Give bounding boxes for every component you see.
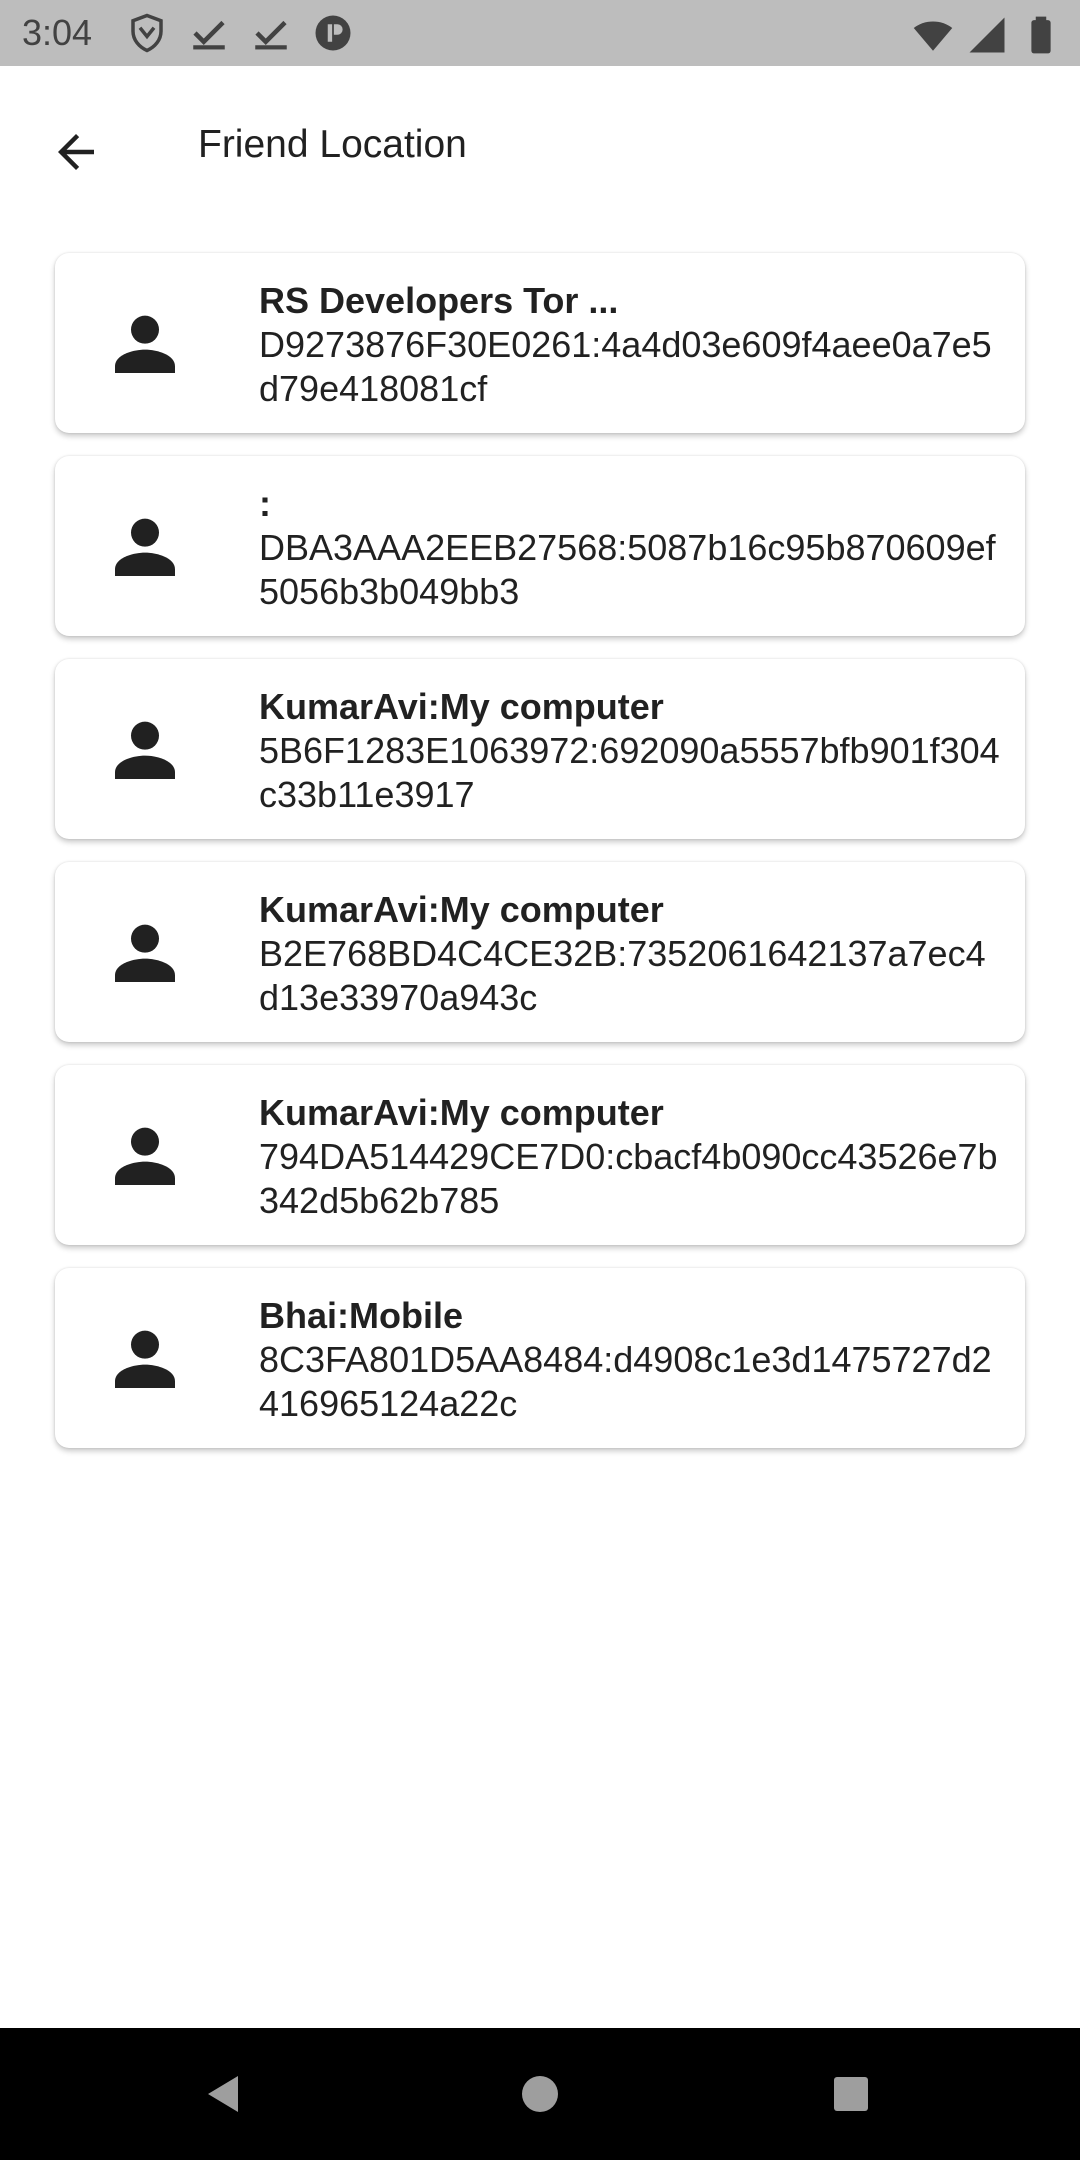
wifi-icon: [913, 21, 953, 51]
friend-card[interactable]: KumarAvi:My computer B2E768BD4C4CE32B:73…: [55, 862, 1025, 1042]
status-system-icons: [912, 14, 1062, 56]
status-time: 3:04: [22, 12, 93, 53]
pause-circle-icon: [315, 15, 351, 51]
friend-card[interactable]: : DBA3AAA2EEB27568:5087b16c95b870609ef50…: [55, 456, 1025, 636]
battery-icon: [1031, 16, 1051, 54]
friend-card-text: KumarAvi:My computer B2E768BD4C4CE32B:73…: [259, 888, 1004, 1020]
nav-back-button[interactable]: [194, 2064, 254, 2124]
person-icon: [115, 1127, 175, 1185]
home-circle-icon: [522, 2076, 558, 2112]
back-button[interactable]: [40, 116, 112, 188]
page-title: Friend Location: [198, 123, 467, 166]
friend-list: RS Developers Tor ... D9273876F30E0261:4…: [55, 253, 1025, 1471]
nav-home-button[interactable]: [510, 2064, 570, 2124]
friend-card-text: KumarAvi:My computer 5B6F1283E1063972:69…: [259, 685, 1004, 817]
friend-location-id: DBA3AAA2EEB27568:5087b16c95b870609ef5056…: [259, 527, 996, 612]
system-nav-bar: [0, 2028, 1080, 2160]
friend-name: :: [259, 483, 271, 524]
friend-card-text: Bhai:Mobile 8C3FA801D5AA8484:d4908c1e3d1…: [259, 1294, 1004, 1426]
friend-card[interactable]: Bhai:Mobile 8C3FA801D5AA8484:d4908c1e3d1…: [55, 1268, 1025, 1448]
friend-name: KumarAvi:My computer: [259, 889, 664, 930]
vpn-shield-icon: [131, 13, 163, 53]
back-triangle-icon: [208, 2076, 238, 2112]
friend-name: KumarAvi:My computer: [259, 1092, 664, 1133]
status-bar: 3:04: [0, 0, 1080, 66]
friend-card-text: : DBA3AAA2EEB27568:5087b16c95b870609ef50…: [259, 482, 1004, 614]
person-icon: [115, 721, 175, 779]
app-bar: Friend Location: [0, 66, 1080, 216]
friend-location-id: B2E768BD4C4CE32B:7352061642137a7ec4d13e3…: [259, 933, 986, 1018]
friend-card[interactable]: KumarAvi:My computer 5B6F1283E1063972:69…: [55, 659, 1025, 839]
friend-name: RS Developers Tor ...: [259, 280, 619, 321]
person-icon: [115, 924, 175, 982]
person-icon: [115, 315, 175, 373]
friend-card-text: RS Developers Tor ... D9273876F30E0261:4…: [259, 279, 1004, 411]
friend-card[interactable]: RS Developers Tor ... D9273876F30E0261:4…: [55, 253, 1025, 433]
friend-location-id: 794DA514429CE7D0:cbacf4b090cc43526e7b342…: [259, 1136, 998, 1221]
person-icon: [115, 518, 175, 576]
friend-name: Bhai:Mobile: [259, 1295, 463, 1336]
friend-card[interactable]: KumarAvi:My computer 794DA514429CE7D0:cb…: [55, 1065, 1025, 1245]
friend-location-id: D9273876F30E0261:4a4d03e609f4aee0a7e5d79…: [259, 324, 992, 409]
status-notification-icons: [126, 12, 354, 54]
friend-name: KumarAvi:My computer: [259, 686, 664, 727]
cell-signal-icon: [969, 17, 1005, 53]
recents-square-icon: [834, 2077, 868, 2111]
friend-location-id: 8C3FA801D5AA8484:d4908c1e3d1475727d24169…: [259, 1339, 992, 1424]
download-check-icon: [193, 20, 225, 50]
download-check-icon: [255, 20, 287, 50]
arrow-back-icon: [58, 134, 94, 170]
friend-location-id: 5B6F1283E1063972:692090a5557bfb901f304c3…: [259, 730, 1000, 815]
friend-card-text: KumarAvi:My computer 794DA514429CE7D0:cb…: [259, 1091, 1004, 1223]
nav-recents-button[interactable]: [821, 2064, 881, 2124]
person-icon: [115, 1330, 175, 1388]
